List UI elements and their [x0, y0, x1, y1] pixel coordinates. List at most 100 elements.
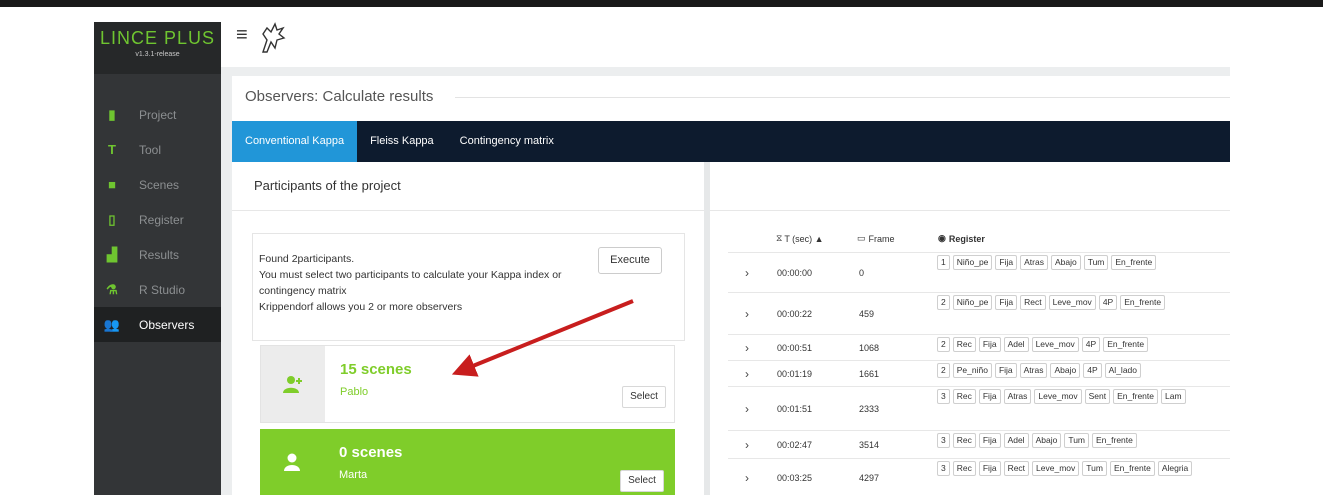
sidebar-item-label: Project [139, 107, 177, 122]
frame-cell: 1068 [859, 343, 880, 353]
register-tags: 3 Rec Fija Rect Leve_mov Tum En_frente Alegria [937, 459, 1222, 478]
register-tag: En_frente [1111, 255, 1157, 270]
register-tag: 2 [937, 337, 950, 352]
participant-name: Marta [339, 469, 368, 481]
chevron-right-icon[interactable]: › [745, 307, 749, 321]
sidebar-item-register[interactable]: ▯ Register [94, 202, 221, 237]
tab-fleiss-kappa[interactable]: Fleiss Kappa [357, 121, 447, 162]
frame-cell: 4297 [859, 473, 880, 483]
sidebar-item-results[interactable]: ▟ Results [94, 237, 221, 272]
video-camera-icon: ■ [108, 177, 116, 192]
bar-chart-icon: ▟ [107, 246, 117, 262]
column-frame[interactable]: ▭ Frame [857, 233, 895, 244]
hamburger-menu-icon[interactable]: ≡ [236, 24, 248, 47]
participants-header: Participants of the project [232, 162, 704, 211]
register-tag: Alegria [1157, 461, 1193, 476]
briefcase-icon: ▮ [108, 106, 116, 122]
execute-button[interactable]: Execute [598, 247, 662, 274]
register-tag: 4P [1083, 363, 1102, 378]
register-tag: Abajo [1050, 363, 1081, 378]
tool-icon: T [108, 142, 116, 157]
sidebar-item-label: Register [139, 212, 184, 227]
sidebar-item-project[interactable]: ▮ Project [94, 97, 221, 132]
register-tag: Atras [1003, 389, 1032, 404]
participants-info-box: Found 2participants. You must select two… [252, 233, 685, 341]
sidebar: LINCE PLUS v1.3.1-release ▮ Project T Tool ■… [94, 22, 221, 495]
table-row[interactable]: › 00:01:51 2333 3 Rec Fija Atras Leve_mov Sent En… [728, 386, 1230, 431]
register-tag: 1 [937, 255, 950, 270]
sidebar-item-observers[interactable]: 👥 Observers [94, 307, 221, 342]
table-row[interactable]: › 00:02:47 3514 3 Rec Fija Adel Abajo Tum En_fren… [728, 430, 1230, 459]
register-tag: 4P [1081, 337, 1101, 352]
register-tag: 2 [937, 295, 950, 310]
sidebar-item-label: R Studio [139, 282, 186, 297]
table-row[interactable]: › 00:00:51 1068 2 Rec Fija Adel Leve_mov 4P En_fr… [728, 334, 1230, 361]
register-tag: En_frente [1113, 389, 1158, 404]
time-cell: 00:03:25 [777, 473, 813, 483]
register-tag: Al_lado [1104, 363, 1141, 378]
register-tags: 1 Niño_pe Fija Atras Abajo Tum En_frente [937, 253, 1222, 272]
chevron-right-icon[interactable]: › [745, 402, 749, 416]
sidebar-item-label: Observers [139, 317, 195, 332]
frame-cell: 2333 [859, 404, 880, 414]
chevron-right-icon[interactable]: › [745, 341, 749, 355]
page-title: Observers: Calculate results [245, 88, 434, 105]
frame-cell: 0 [859, 268, 865, 278]
sidebar-item-label: Tool [139, 142, 162, 157]
register-tag: En_frente [1103, 337, 1149, 352]
register-tag: Adel [1003, 337, 1029, 352]
time-cell: 00:02:47 [777, 440, 813, 450]
sidebar-item-scenes[interactable]: ■ Scenes [94, 167, 221, 202]
register-tag: Leve_mov [1031, 337, 1079, 352]
sidebar-item-tool[interactable]: T Tool [94, 132, 221, 167]
participant-card-pablo[interactable]: 15 scenes Pablo Select [260, 345, 675, 423]
register-tags: 2 Rec Fija Adel Leve_mov 4P En_frente [937, 335, 1222, 354]
column-time[interactable]: ⧖ T (sec) ▲ [776, 233, 824, 244]
register-tags: 2 Pe_niño Fija Atras Abajo 4P Al_lado [937, 361, 1222, 380]
register-tag: Fija [978, 389, 1001, 404]
chevron-right-icon[interactable]: › [745, 367, 749, 381]
register-tag: Leve_mov [1032, 461, 1080, 476]
chevron-right-icon[interactable]: › [745, 471, 749, 485]
user-icon [260, 429, 324, 495]
select-button[interactable]: Select [622, 386, 666, 408]
sidebar-item-label: Results [139, 247, 180, 262]
chevron-right-icon[interactable]: › [745, 438, 749, 452]
table-row[interactable]: › 00:00:22 459 2 Niño_pe Fija Rect Leve_mov 4P En… [728, 292, 1230, 335]
register-tag: Rect [1003, 461, 1030, 476]
register-tag: Tum [1082, 461, 1107, 476]
info-line-select: You must select two participants to calc… [259, 269, 562, 281]
sidebar-nav: ▮ Project T Tool ■ Scenes ▯ Register ▟ Results ⚗ R … [94, 97, 221, 342]
monitor-icon: ▭ [857, 233, 866, 243]
table-row[interactable]: › 00:00:00 0 1 Niño_pe Fija Atras Abajo Tum En_fr… [728, 252, 1230, 293]
register-tag: Abajo [1031, 433, 1062, 448]
table-row[interactable]: › 00:03:25 4297 3 Rec Fija Rect Leve_mov Tum En_f… [728, 458, 1230, 496]
register-tag: Rec [952, 433, 976, 448]
register-tag: 4P [1098, 295, 1118, 310]
add-user-icon[interactable] [261, 346, 325, 422]
register-tag: 3 [937, 389, 950, 404]
register-tag: Adel [1003, 433, 1029, 448]
register-tag: Atras [1019, 363, 1048, 378]
register-tags: 2 Niño_pe Fija Rect Leve_mov 4P En_frente [937, 293, 1222, 312]
time-cell: 00:01:19 [777, 369, 813, 379]
tab-conventional-kappa[interactable]: Conventional Kappa [232, 121, 358, 162]
chevron-right-icon[interactable]: › [745, 266, 749, 280]
sidebar-item-label: Scenes [139, 177, 180, 192]
register-tag: 3 [937, 461, 950, 476]
select-button[interactable]: Select [620, 470, 664, 492]
info-line-found: Found 2participants. [259, 253, 355, 265]
participant-card-marta[interactable]: 0 scenes Marta Select [260, 429, 675, 495]
register-tag: Leve_mov [1048, 295, 1096, 310]
eye-icon: ◉ [938, 233, 946, 243]
info-line-matrix: contingency matrix [259, 285, 347, 297]
table-row[interactable]: › 00:01:19 1661 2 Pe_niño Fija Atras Abajo 4P Al_… [728, 360, 1230, 387]
info-text: Found 2participants. You must select two… [259, 251, 599, 315]
register-tag: Niño_pe [952, 295, 993, 310]
sidebar-item-r-studio[interactable]: ⚗ R Studio [94, 272, 221, 307]
users-icon: 👥 [103, 316, 121, 332]
register-tags: 3 Rec Fija Adel Abajo Tum En_frente [937, 431, 1222, 450]
participant-scenes: 15 scenes [340, 361, 412, 378]
tab-contingency-matrix[interactable]: Contingency matrix [447, 121, 567, 162]
register-tag: Fija [978, 461, 1001, 476]
